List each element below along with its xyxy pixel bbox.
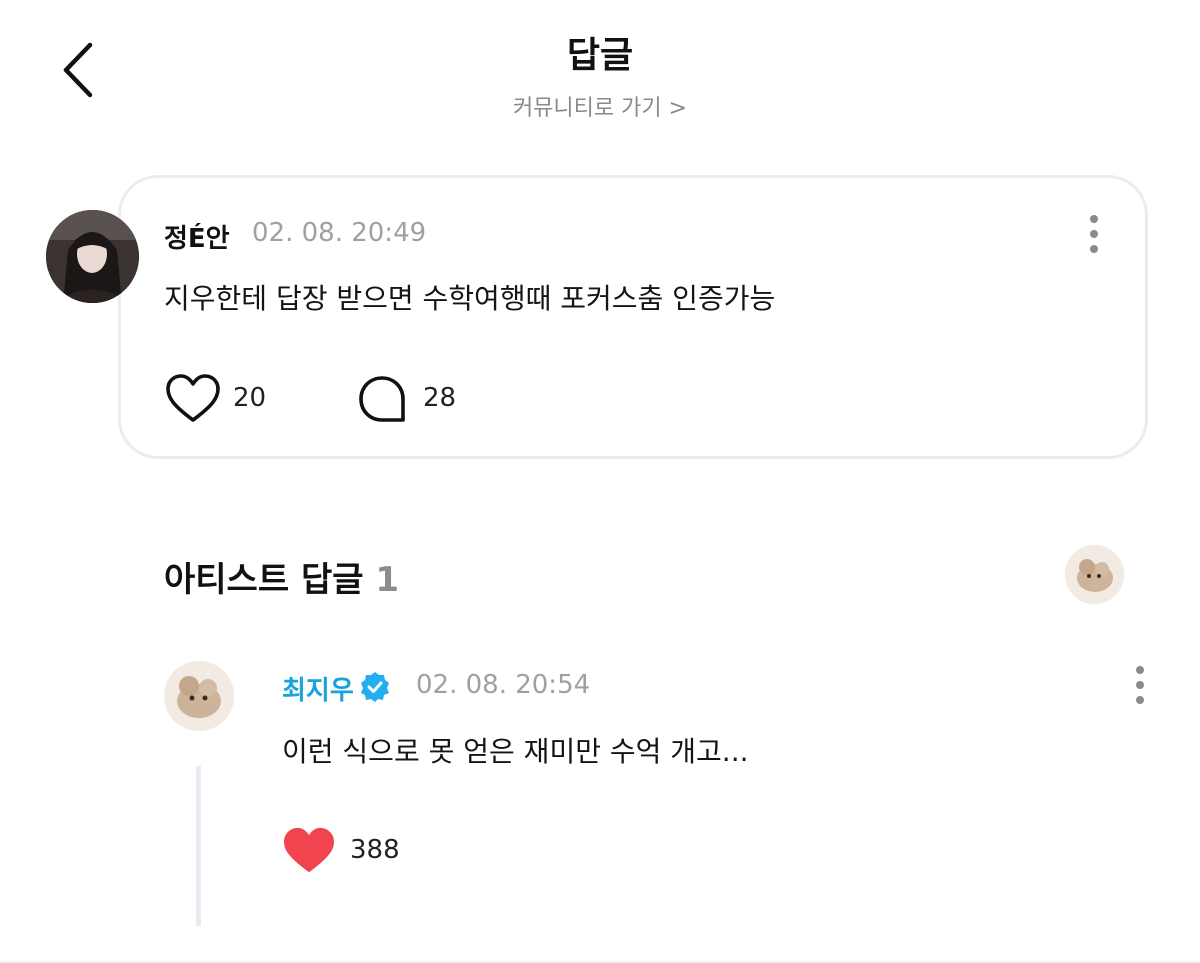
post-comment-count: 28 bbox=[423, 383, 457, 413]
reply-date: 02. 08. 20:54 bbox=[416, 670, 591, 700]
post-like-count: 20 bbox=[233, 383, 267, 413]
reply-author-avatar[interactable] bbox=[164, 661, 234, 731]
thread-line bbox=[196, 766, 201, 926]
post-author-name[interactable]: 정É안 bbox=[164, 218, 230, 255]
section-reply-count: 1 bbox=[375, 560, 400, 600]
heart-filled-icon bbox=[284, 827, 334, 873]
artist-avatar-small[interactable] bbox=[1065, 545, 1124, 604]
comment-bubble-icon bbox=[359, 376, 405, 422]
avatar-image bbox=[164, 661, 234, 731]
post-more-button[interactable] bbox=[1082, 213, 1106, 257]
reply-text: 이런 식으로 못 얻은 재미만 수억 개고... bbox=[282, 735, 749, 768]
section-title-text: 아티스트 답글 bbox=[164, 560, 364, 600]
reply-more-button[interactable] bbox=[1128, 664, 1152, 708]
verified-check-icon bbox=[361, 672, 389, 702]
post-comment-button[interactable] bbox=[356, 373, 408, 425]
post-text: 지우한테 답장 받으면 수학여행때 포커스춤 인증가능 bbox=[164, 282, 776, 315]
more-vertical-icon bbox=[1136, 666, 1144, 704]
avatar-image bbox=[1065, 545, 1124, 604]
post-like-button[interactable] bbox=[164, 372, 222, 426]
reply-like-button[interactable] bbox=[282, 826, 336, 876]
heart-outline-icon bbox=[166, 374, 220, 422]
community-link[interactable]: 커뮤니티로 가기 > bbox=[0, 90, 1200, 122]
more-vertical-icon bbox=[1090, 215, 1098, 253]
reply-like-count: 388 bbox=[350, 835, 400, 865]
post-author-avatar[interactable] bbox=[46, 210, 139, 303]
avatar-image bbox=[46, 210, 139, 303]
page-title: 답글 bbox=[566, 35, 634, 76]
reply-author-name[interactable]: 최지우 bbox=[282, 670, 354, 707]
verified-badge bbox=[358, 670, 392, 704]
post-date: 02. 08. 20:49 bbox=[252, 218, 427, 248]
artist-reply-section-title: 아티스트 답글 1 bbox=[164, 552, 399, 601]
